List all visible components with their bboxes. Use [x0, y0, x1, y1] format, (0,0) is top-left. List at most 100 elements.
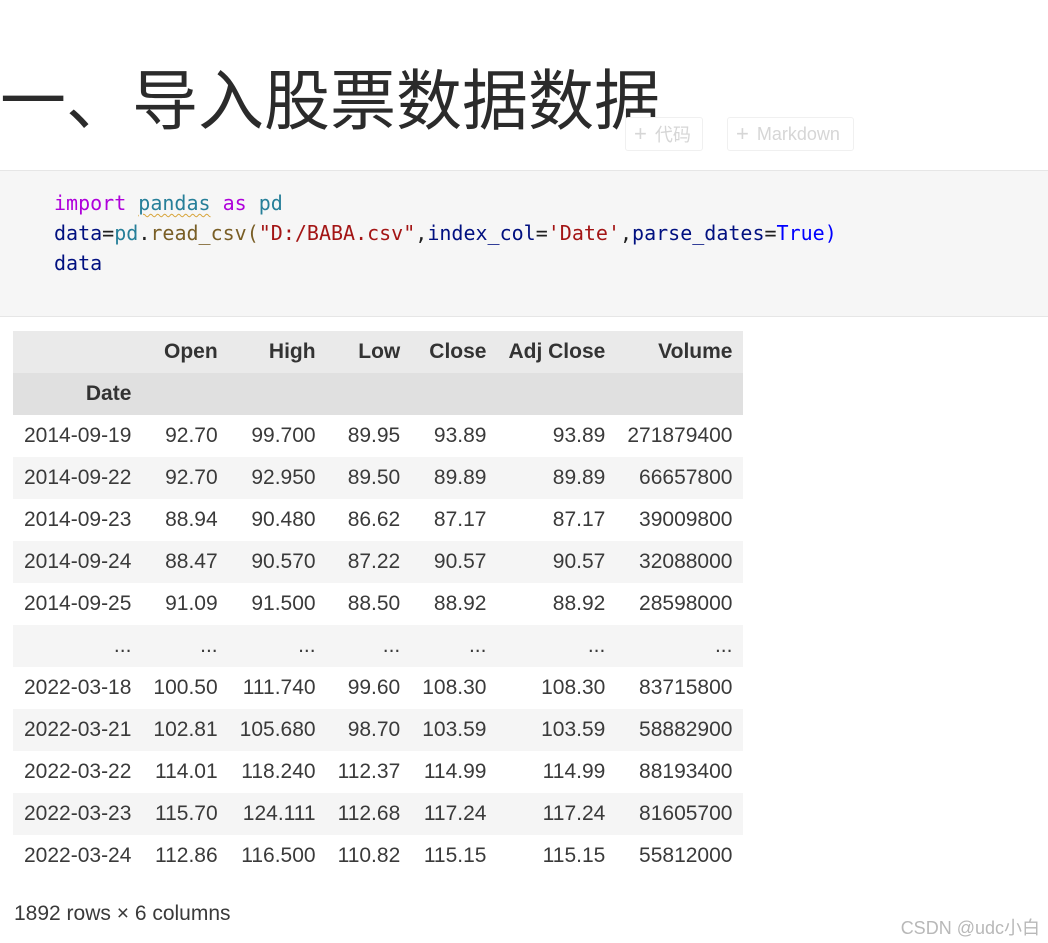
table-cell: 105.680 — [228, 709, 327, 751]
table-cell: 89.50 — [326, 457, 412, 499]
table-cell: 114.01 — [142, 751, 229, 793]
index-name: Date — [13, 373, 143, 415]
empty-cell — [411, 373, 498, 415]
add-code-cell-button[interactable]: + 代码 — [625, 117, 703, 151]
row-index: 2014-09-23 — [13, 499, 143, 541]
code-token: ) — [824, 221, 837, 245]
table-cell: 99.700 — [228, 415, 327, 457]
column-header: Low — [326, 331, 412, 373]
table-cell: 91.09 — [142, 583, 229, 625]
row-index: 2022-03-21 — [13, 709, 143, 751]
code-token: pd — [258, 191, 283, 215]
plus-icon: + — [634, 121, 647, 146]
code-token: . — [138, 221, 151, 245]
code-token: import — [54, 191, 127, 215]
add-markdown-label: Markdown — [756, 123, 840, 144]
code-token: pd — [114, 221, 139, 245]
table-cell: 92.70 — [142, 457, 229, 499]
row-index: 2022-03-23 — [13, 793, 143, 835]
table-row: 2022-03-23 115.70 124.111 112.68 117.24 117.2… — [13, 793, 744, 835]
code-token: ( — [246, 221, 259, 245]
code-cell[interactable]: import pandas as pd data=pd.read_csv("D:… — [0, 170, 1048, 317]
table-cell: 93.89 — [497, 415, 617, 457]
table-cell: 88.92 — [497, 583, 617, 625]
dataframe-output: Open High Low Close Adj Close Volume Dat… — [13, 331, 744, 877]
table-row: 2022-03-18 100.50 111.740 99.60 108.30 108.30… — [13, 667, 744, 709]
table-cell: 90.57 — [497, 541, 617, 583]
table-row: 2014-09-25 91.09 91.500 88.50 88.92 88.92 2859… — [13, 583, 744, 625]
plus-icon: + — [736, 121, 749, 146]
table-cell: 88.94 — [142, 499, 229, 541]
code-token: = — [535, 221, 548, 245]
column-header: Volume — [616, 331, 744, 373]
table-cell: 92.950 — [228, 457, 327, 499]
table-cell: 108.30 — [497, 667, 617, 709]
table-cell: 108.30 — [411, 667, 498, 709]
code-token: parse_dates — [632, 221, 765, 245]
table-cell: 114.99 — [411, 751, 498, 793]
table-cell: 271879400 — [616, 415, 744, 457]
table-cell: 103.59 — [497, 709, 617, 751]
row-index: 2014-09-24 — [13, 541, 143, 583]
empty-cell — [228, 373, 327, 415]
table-cell: 114.99 — [497, 751, 617, 793]
code-token: 'Date' — [547, 221, 620, 245]
table-row: 2014-09-22 92.70 92.950 89.50 89.89 89.89 6665… — [13, 457, 744, 499]
table-cell: 88.47 — [142, 541, 229, 583]
table-cell: 118.240 — [228, 751, 327, 793]
dataframe-shape: 1892 rows × 6 columns — [14, 902, 231, 925]
code-token: "D:/BABA.csv" — [258, 221, 416, 245]
code-token: read_csv — [150, 221, 247, 245]
empty-cell — [497, 373, 617, 415]
row-index: 2014-09-25 — [13, 583, 143, 625]
table-cell: 111.740 — [228, 667, 327, 709]
table-cell: 116.500 — [228, 835, 327, 877]
table-cell: ... — [411, 625, 498, 667]
table-cell: 89.95 — [326, 415, 412, 457]
add-markdown-cell-button[interactable]: + Markdown — [727, 117, 854, 151]
table-cell: 92.70 — [142, 415, 229, 457]
table-cell: 90.570 — [228, 541, 327, 583]
table-cell: 100.50 — [142, 667, 229, 709]
table-cell: 102.81 — [142, 709, 229, 751]
table-cell: 99.60 — [326, 667, 412, 709]
row-index: 2022-03-22 — [13, 751, 143, 793]
table-cell: 89.89 — [411, 457, 498, 499]
code-editor[interactable]: import pandas as pd data=pd.read_csv("D:… — [54, 188, 837, 278]
table-row: 2014-09-24 88.47 90.570 87.22 90.57 90.57 3208… — [13, 541, 744, 583]
row-index: 2022-03-18 — [13, 667, 143, 709]
code-token: = — [764, 221, 777, 245]
index-name-row: Date — [13, 373, 744, 415]
table-cell: 90.480 — [228, 499, 327, 541]
table-cell: 88.50 — [326, 583, 412, 625]
column-header: Close — [411, 331, 498, 373]
table-row: 2022-03-22 114.01 118.240 112.37 114.99 114.9… — [13, 751, 744, 793]
row-index: 2022-03-24 — [13, 835, 143, 877]
table-cell: 39009800 — [616, 499, 744, 541]
row-index: 2014-09-22 — [13, 457, 143, 499]
table-cell: 124.111 — [228, 793, 327, 835]
table-cell: 115.70 — [142, 793, 229, 835]
table-cell: 28598000 — [616, 583, 744, 625]
empty-cell — [616, 373, 744, 415]
column-header-row: Open High Low Close Adj Close Volume — [13, 331, 744, 373]
table-cell: ... — [326, 625, 412, 667]
table-row: 2022-03-24 112.86 116.500 110.82 115.15 115.1… — [13, 835, 744, 877]
table-cell: 58882900 — [616, 709, 744, 751]
column-header: Open — [142, 331, 229, 373]
code-token: , — [620, 221, 633, 245]
table-cell: ... — [497, 625, 617, 667]
watermark: CSDN @udc小白 — [900, 918, 1040, 938]
row-index: 2014-09-19 — [13, 415, 143, 457]
table-cell: 89.89 — [497, 457, 617, 499]
table-row: 2022-03-21 102.81 105.680 98.70 103.59 103.59… — [13, 709, 744, 751]
table-cell: 55812000 — [616, 835, 744, 877]
table-cell: 90.57 — [411, 541, 498, 583]
table-cell: ... — [228, 625, 327, 667]
table-cell: 87.17 — [497, 499, 617, 541]
table-cell: 117.24 — [411, 793, 498, 835]
table-cell: 117.24 — [497, 793, 617, 835]
table-cell: 98.70 — [326, 709, 412, 751]
table-cell: ... — [616, 625, 744, 667]
table-cell: 83715800 — [616, 667, 744, 709]
